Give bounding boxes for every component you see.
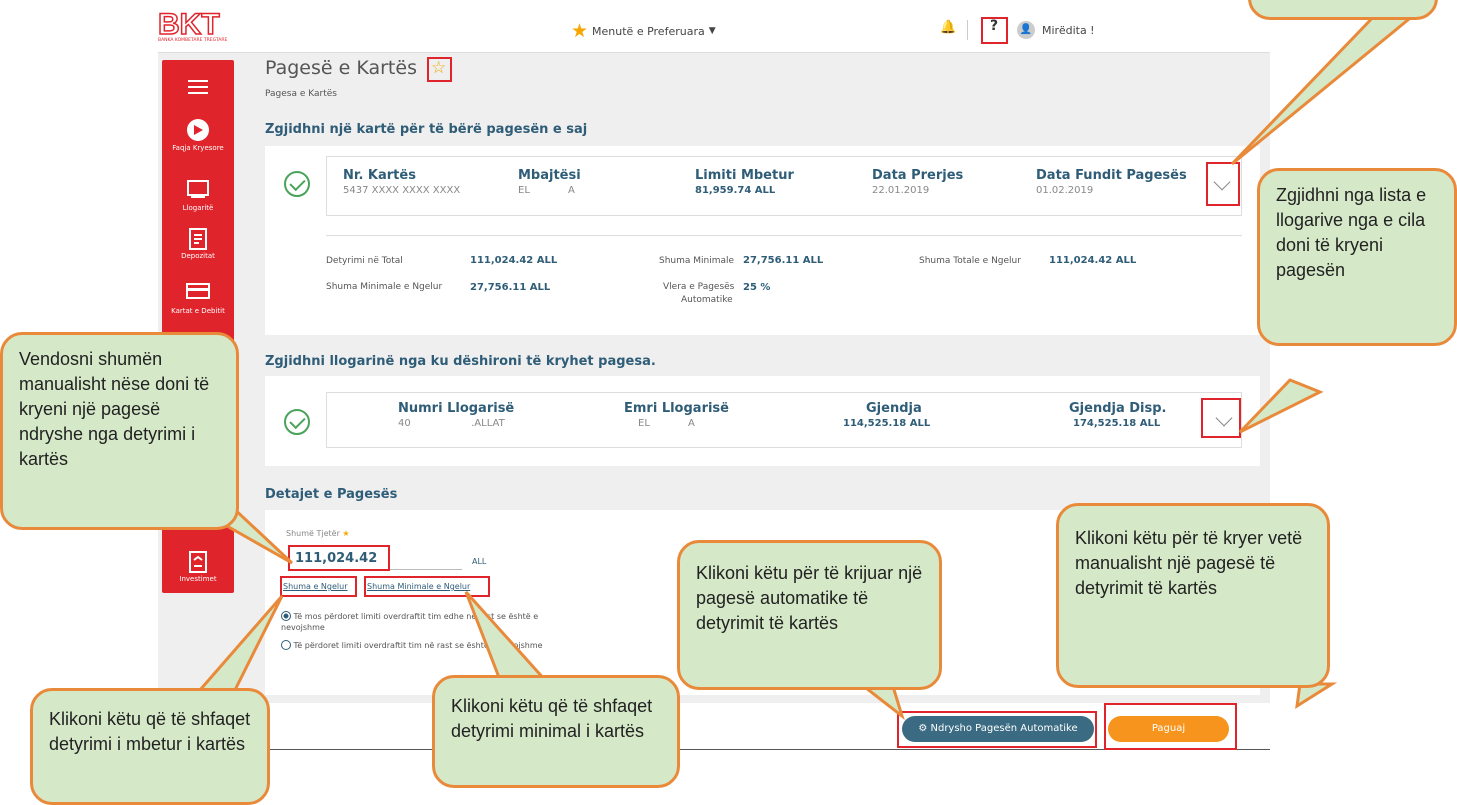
callout-manual-amount: Vendosni shumën manualisht nëse doni të … (0, 332, 239, 530)
callout-remaining: Klikoni këtu që të shfaqet detyrimi i mb… (30, 688, 270, 805)
callout-choose-account: Zgjidhni nga lista e llogarive nga e cil… (1257, 168, 1457, 346)
callout-top-right (1248, 0, 1438, 20)
callout-auto-payment: Klikoni këtu për të krijuar një pagesë a… (677, 540, 942, 690)
callout-minimal: Klikoni këtu që të shfaqet detyrimi mini… (432, 675, 680, 788)
callout-manual-pay: Klikoni këtu për të kryer vetë manualish… (1056, 503, 1330, 688)
screenshot-stage: BKT BANKA KOMBETARE TREGTARE ★ Menutë e … (0, 0, 1457, 805)
